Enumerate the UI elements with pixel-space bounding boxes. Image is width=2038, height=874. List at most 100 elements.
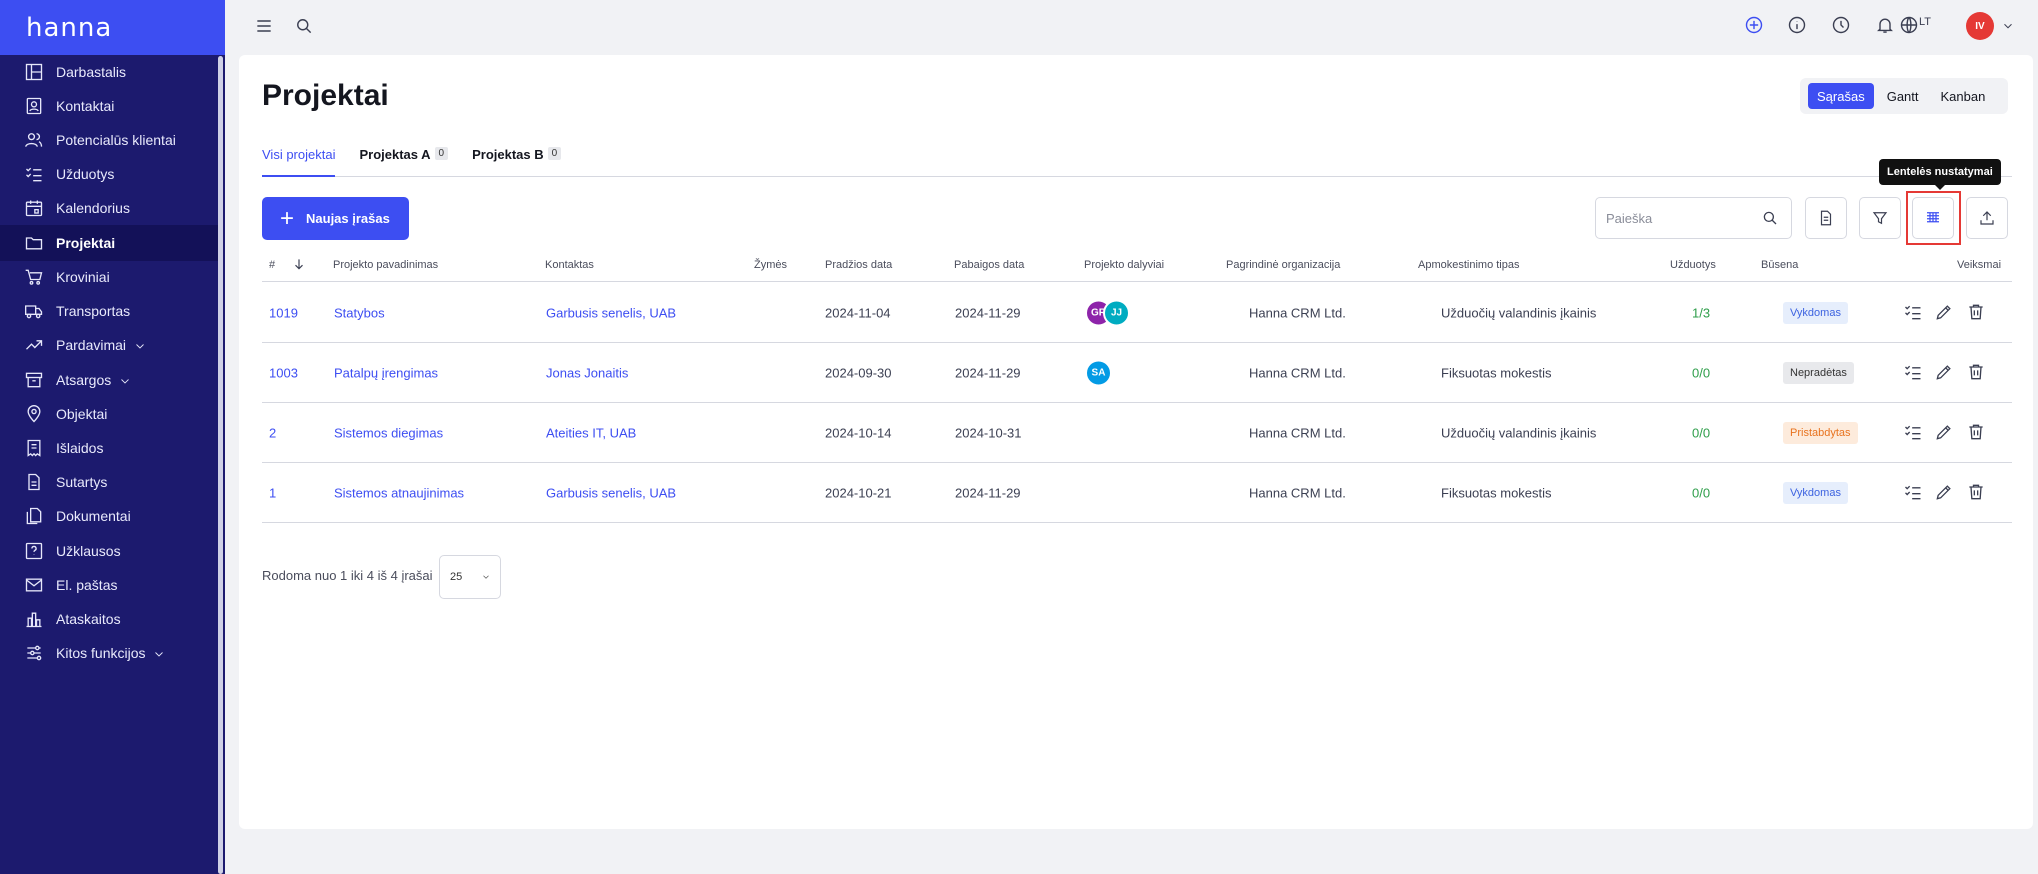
brand-logo[interactable]: hanna	[0, 0, 225, 55]
sidebar-item-el-paštas[interactable]: El. paštas	[0, 567, 218, 603]
user-avatar[interactable]: IV	[1966, 12, 1994, 40]
tasks-list-icon[interactable]	[1903, 422, 1925, 444]
chevron-down-icon[interactable]	[153, 647, 165, 659]
search-icon[interactable]	[1761, 209, 1781, 229]
chevron-down-icon[interactable]	[134, 339, 146, 351]
sidebar-item-potencialūs-klientai[interactable]: Potencialūs klientai	[0, 122, 218, 158]
tab-project-a[interactable]: Projektas A0	[359, 145, 449, 177]
sidebar-item-kontaktai[interactable]: Kontaktai	[0, 88, 218, 124]
project-id-link[interactable]: 2	[269, 425, 276, 440]
sidebar-item-pardavimai[interactable]: Pardavimai	[0, 327, 218, 363]
contact-link[interactable]: Garbusis senelis, UAB	[546, 485, 676, 500]
project-name-link[interactable]: Patalpų įrengimas	[334, 365, 438, 380]
delete-trash-icon[interactable]	[1966, 302, 1988, 324]
sidebar-item-objektai[interactable]: Objektai	[0, 396, 218, 432]
edit-pencil-icon[interactable]	[1934, 362, 1956, 384]
edit-pencil-icon[interactable]	[1934, 422, 1956, 444]
page-size-select[interactable]: 25	[439, 555, 501, 599]
sidebar-item-label: Užklausos	[56, 543, 121, 559]
chevron-down-icon[interactable]	[119, 374, 131, 386]
header-tags[interactable]: Žymės	[754, 259, 787, 271]
tasks-progress[interactable]: 1/3	[1692, 305, 1710, 320]
table-row[interactable]: 1003 Patalpų įrengimas Jonas Jonaitis 2024-…	[262, 343, 2012, 403]
sidebar-item-užduotys[interactable]: Užduotys	[0, 156, 218, 192]
sidebar-item-dokumentai[interactable]: Dokumentai	[0, 498, 218, 534]
contact-link[interactable]: Ateities IT, UAB	[546, 425, 636, 440]
sidebar-scrollbar[interactable]	[218, 56, 223, 874]
language-label[interactable]: LT	[1919, 16, 1931, 28]
saved-views-button[interactable]	[1805, 197, 1847, 239]
view-list-button[interactable]: Sąrašas	[1808, 83, 1874, 109]
header-billing-type[interactable]: Apmokestinimo tipas	[1418, 259, 1520, 271]
tasks-icon	[24, 164, 44, 184]
sidebar-item-užklausos[interactable]: Užklausos	[0, 533, 218, 569]
tasks-list-icon[interactable]	[1903, 302, 1925, 324]
sidebar: hanna Darbastalis Kontaktai Potencialūs kl…	[0, 0, 225, 874]
tasks-progress[interactable]: 0/0	[1692, 485, 1710, 500]
clock-icon[interactable]	[1829, 13, 1853, 37]
header-tasks[interactable]: Užduotys	[1670, 259, 1716, 271]
edit-pencil-icon[interactable]	[1934, 302, 1956, 324]
bell-icon[interactable]	[1873, 13, 1897, 37]
contact-link[interactable]: Jonas Jonaitis	[546, 365, 628, 380]
view-gantt-button[interactable]: Gantt	[1878, 83, 1928, 109]
tasks-progress[interactable]: 0/0	[1692, 425, 1710, 440]
sidebar-item-projektai[interactable]: Projektai	[0, 225, 218, 261]
project-id-link[interactable]: 1	[269, 485, 276, 500]
filter-button[interactable]	[1859, 197, 1901, 239]
view-kanban-button[interactable]: Kanban	[1932, 83, 1995, 109]
export-button[interactable]	[1966, 197, 2008, 239]
project-name-link[interactable]: Sistemos atnaujinimas	[334, 485, 464, 500]
organization: Hanna CRM Ltd.	[1249, 425, 1346, 440]
chevron-down-icon[interactable]	[1996, 14, 2020, 38]
header-number[interactable]: #	[269, 259, 275, 271]
search-icon[interactable]	[292, 14, 316, 38]
sidebar-item-ataskaitos[interactable]: Ataskaitos	[0, 601, 218, 637]
header-status[interactable]: Būsena	[1761, 259, 1798, 271]
sidebar-item-sutartys[interactable]: Sutartys	[0, 464, 218, 500]
header-start-date[interactable]: Pradžios data	[825, 259, 892, 271]
globe-icon[interactable]	[1897, 13, 1921, 37]
tab-project-b[interactable]: Projektas B0	[472, 145, 562, 177]
sidebar-item-transportas[interactable]: Transportas	[0, 293, 218, 329]
header-participants[interactable]: Projekto dalyviai	[1084, 259, 1164, 271]
header-organization[interactable]: Pagrindinė organizacija	[1226, 259, 1340, 271]
contact-link[interactable]: Garbusis senelis, UAB	[546, 305, 676, 320]
sidebar-item-išlaidos[interactable]: Išlaidos	[0, 430, 218, 466]
menu-icon[interactable]	[252, 14, 276, 38]
project-name-link[interactable]: Sistemos diegimas	[334, 425, 443, 440]
project-id-link[interactable]: 1019	[269, 305, 298, 320]
participant-avatar[interactable]: SA	[1085, 359, 1112, 386]
tasks-list-icon[interactable]	[1903, 482, 1925, 504]
participant-avatar[interactable]: JJ	[1103, 299, 1130, 326]
delete-trash-icon[interactable]	[1966, 422, 1988, 444]
reports-icon	[24, 609, 44, 629]
tasks-progress[interactable]: 0/0	[1692, 365, 1710, 380]
sidebar-item-kroviniai[interactable]: Kroviniai	[0, 259, 218, 295]
sidebar-item-atsargos[interactable]: Atsargos	[0, 362, 218, 398]
start-date: 2024-09-30	[825, 365, 892, 380]
tab-label: Visi projektai	[262, 147, 336, 162]
info-icon[interactable]	[1785, 13, 1809, 37]
table-row[interactable]: 1019 Statybos Garbusis senelis, UAB 2024-11…	[262, 283, 2012, 343]
project-id-link[interactable]: 1003	[269, 365, 298, 380]
header-project-name[interactable]: Projekto pavadinimas	[333, 259, 438, 271]
new-record-button[interactable]: + Naujas įrašas	[262, 197, 409, 240]
header-contact[interactable]: Kontaktas	[545, 259, 594, 271]
edit-pencil-icon[interactable]	[1934, 482, 1956, 504]
sidebar-item-kitos-funkcijos[interactable]: Kitos funkcijos	[0, 635, 218, 671]
sort-arrow-icon[interactable]	[292, 257, 306, 274]
delete-trash-icon[interactable]	[1966, 362, 1988, 384]
table-row[interactable]: 2 Sistemos diegimas Ateities IT, UAB 2024-1…	[262, 403, 2012, 463]
project-name-link[interactable]: Statybos	[334, 305, 385, 320]
sidebar-item-kalendorius[interactable]: Kalendorius	[0, 190, 218, 226]
table-row[interactable]: 1 Sistemos atnaujinimas Garbusis senelis, …	[262, 463, 2012, 523]
chevron-down-icon	[481, 572, 491, 585]
sidebar-item-darbastalis[interactable]: Darbastalis	[0, 54, 218, 90]
tab-all-projects[interactable]: Visi projektai	[262, 145, 336, 177]
delete-trash-icon[interactable]	[1966, 482, 1988, 504]
header-end-date[interactable]: Pabaigos data	[954, 259, 1024, 271]
header-actions: Veiksmai	[1957, 259, 2002, 271]
tasks-list-icon[interactable]	[1903, 362, 1925, 384]
add-circle-icon[interactable]	[1742, 13, 1766, 37]
